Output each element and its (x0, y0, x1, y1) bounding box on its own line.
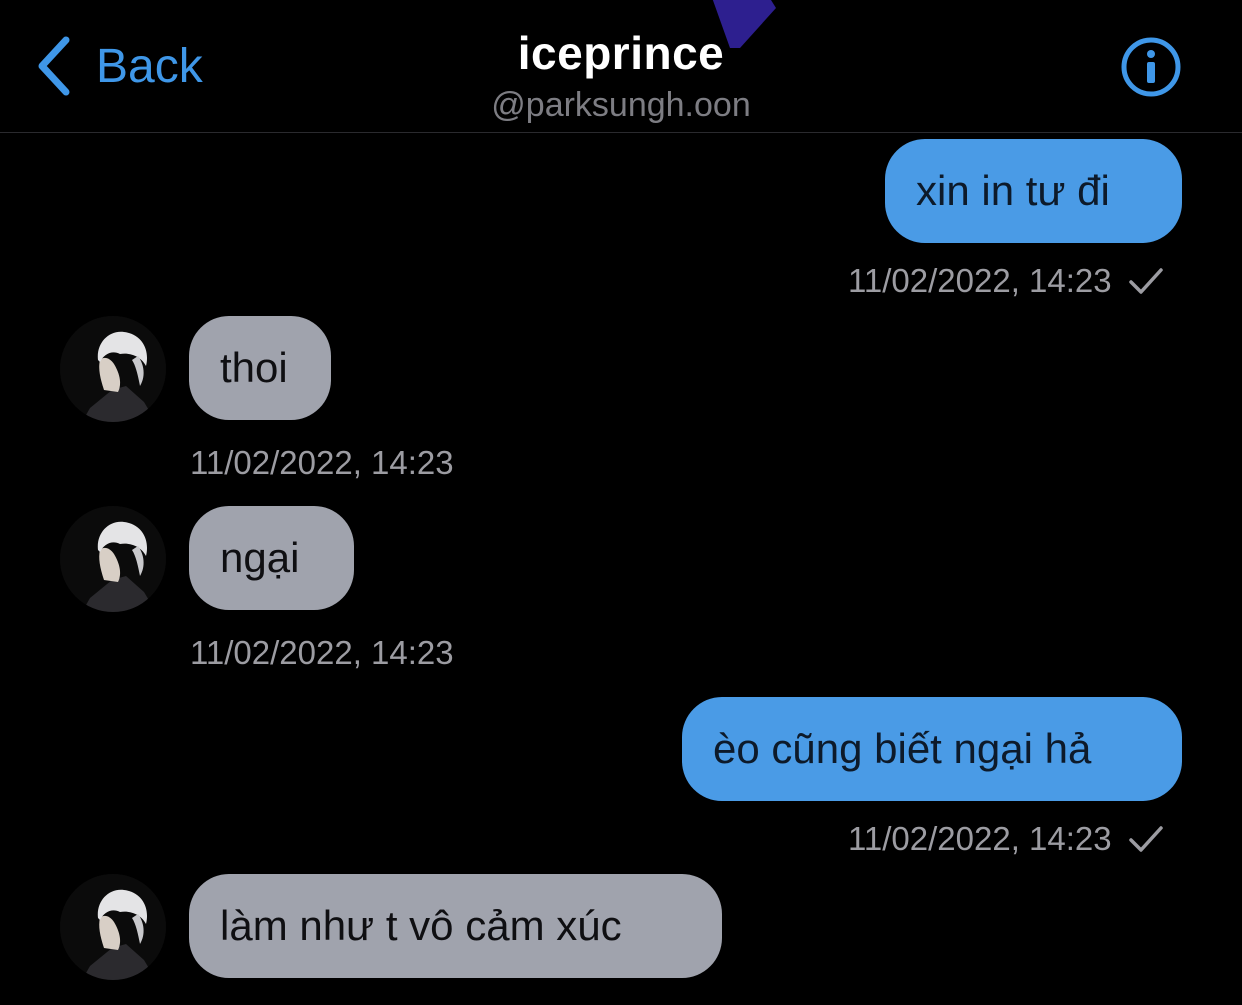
contact-handle: @parksungh.oon (491, 86, 751, 124)
message-bubble-incoming[interactable]: ngại (189, 506, 354, 610)
checkmark-icon (1128, 268, 1163, 294)
message-timestamp: 11/02/2022, 14:23 (848, 820, 1164, 858)
profile-photo (60, 506, 166, 612)
info-circle-icon[interactable] (1120, 36, 1182, 98)
message-text: làm như t vô cảm xúc (220, 902, 622, 949)
message-bubble-incoming[interactable]: thoi (189, 316, 331, 420)
message-text: èo cũng biết ngại hả (713, 725, 1092, 772)
contact-name: iceprince (517, 27, 725, 79)
chat-header: Back iceprince @parksungh.oon (0, 0, 1242, 133)
message-timestamp: 11/02/2022, 14:23 (190, 634, 454, 671)
message-bubble-outgoing[interactable]: xin in tư đi (885, 139, 1182, 243)
profile-photo (60, 316, 166, 422)
message-text: thoi (220, 344, 288, 391)
message-timestamp: 11/02/2022, 14:23 (848, 262, 1164, 300)
avatar[interactable] (60, 506, 166, 612)
message-text: ngại (220, 534, 300, 581)
avatar[interactable] (60, 316, 166, 422)
message-text: xin in tư đi (916, 167, 1110, 214)
message-timestamp: 11/02/2022, 14:23 (190, 444, 454, 481)
avatar[interactable] (60, 874, 166, 980)
message-bubble-incoming[interactable]: làm như t vô cảm xúc (189, 874, 722, 978)
message-bubble-outgoing[interactable]: èo cũng biết ngại hả (682, 697, 1182, 801)
checkmark-icon (1128, 826, 1163, 852)
profile-photo (60, 874, 166, 980)
